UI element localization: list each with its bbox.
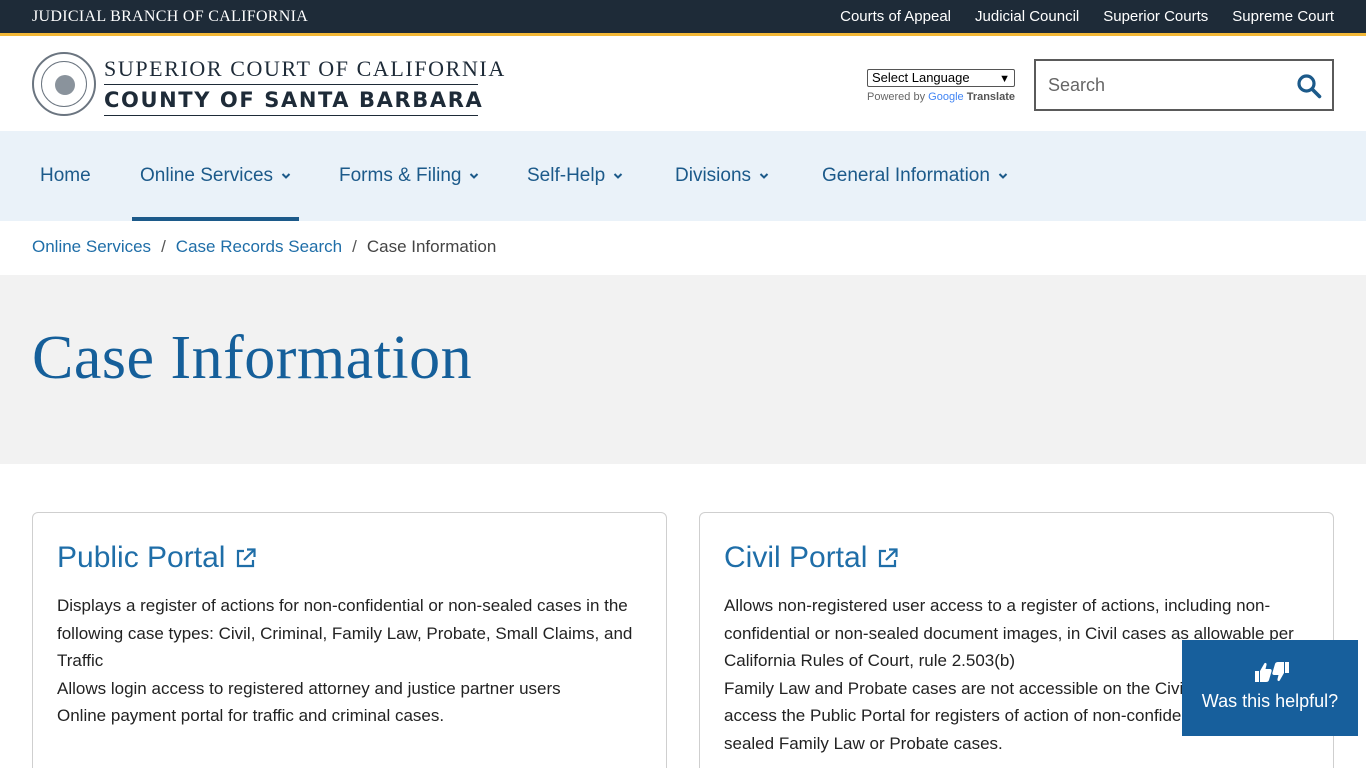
seal-inner-ring xyxy=(41,61,87,107)
language-select-value: Select Language xyxy=(872,70,970,85)
feedback-widget[interactable]: Was this helpful? xyxy=(1182,640,1358,736)
nav-item-label: Home xyxy=(40,165,91,186)
card-line: Displays a register of actions for non-c… xyxy=(57,596,633,670)
utility-bar: JUDICIAL BRANCH OF CALIFORNIA Courts of … xyxy=(0,0,1366,36)
civil-portal-link[interactable]: Civil Portal xyxy=(724,541,899,575)
nav-item-label: Online Services xyxy=(140,165,274,186)
breadcrumb-online-services[interactable]: Online Services xyxy=(32,237,151,257)
page-title-band: Case Information xyxy=(0,275,1366,464)
public-portal-link[interactable]: Public Portal xyxy=(57,541,257,575)
breadcrumb-separator: / xyxy=(352,237,357,256)
breadcrumb: Online Services / Case Records Search / … xyxy=(32,237,496,257)
card-title: Civil Portal xyxy=(724,541,868,574)
nav-item-label: Self-Help xyxy=(527,165,606,186)
powered-by-text: Powered by xyxy=(867,91,926,103)
court-seal-logo[interactable] xyxy=(32,52,96,116)
powered-by-google: Powered by Google Translate xyxy=(867,91,1015,103)
breadcrumb-case-records-search[interactable]: Case Records Search xyxy=(176,237,342,257)
nav-item-forms-filing[interactable]: Forms & Filing xyxy=(339,131,479,221)
translate-link[interactable]: Translate xyxy=(967,91,1015,103)
chevron-down-icon xyxy=(613,173,623,179)
nav-item-divisions[interactable]: Divisions xyxy=(675,131,769,221)
logo-divider-bottom xyxy=(104,115,478,116)
breadcrumb-current: Case Information xyxy=(366,237,497,256)
seal-emblem xyxy=(55,75,75,95)
breadcrumb-separator: / xyxy=(161,237,166,256)
nav-item-self-help[interactable]: Self-Help xyxy=(527,131,623,221)
external-link-icon xyxy=(237,548,257,568)
search-icon[interactable] xyxy=(1296,73,1322,99)
chevron-down-icon xyxy=(759,173,769,179)
supreme-court-link[interactable]: Supreme Court xyxy=(1232,8,1334,25)
card-line: Online payment portal for traffic and cr… xyxy=(57,706,445,725)
logo-title-line2: COUNTY OF SANTA BARBARA xyxy=(104,88,484,112)
site-logo-text[interactable]: SUPERIOR COURT OF CALIFORNIA COUNTY OF S… xyxy=(104,57,506,116)
nav-item-online-services[interactable]: Online Services xyxy=(131,131,300,221)
search-input[interactable] xyxy=(1048,73,1278,97)
utility-links: Courts of Appeal Judicial Council Superi… xyxy=(840,8,1334,25)
judicial-council-link[interactable]: Judicial Council xyxy=(975,8,1079,25)
nav-item-label: Divisions xyxy=(675,165,752,186)
public-portal-card: Public Portal Displays a register of act… xyxy=(32,512,667,768)
card-line: Allows login access to registered attorn… xyxy=(57,678,561,698)
chevron-down-icon: ▼ xyxy=(999,73,1010,85)
chevron-down-icon xyxy=(470,173,479,179)
nav-item-general-information[interactable]: General Information xyxy=(822,131,1008,221)
courts-of-appeal-link[interactable]: Courts of Appeal xyxy=(840,8,951,25)
external-link-icon xyxy=(879,548,898,568)
judicial-branch-link[interactable]: JUDICIAL BRANCH OF CALIFORNIA xyxy=(32,8,308,26)
main-nav: Home Online Services Forms & Filing Self… xyxy=(0,131,1366,221)
search-box xyxy=(1034,59,1334,111)
logo-divider xyxy=(104,84,478,85)
site-header: SUPERIOR COURT OF CALIFORNIA COUNTY OF S… xyxy=(0,39,1366,131)
nav-item-home[interactable]: Home xyxy=(40,131,91,221)
chevron-down-icon xyxy=(281,173,291,179)
page-title: Case Information xyxy=(32,324,473,392)
nav-item-label: Forms & Filing xyxy=(339,165,462,186)
card-title: Public Portal xyxy=(57,541,226,574)
superior-courts-link[interactable]: Superior Courts xyxy=(1103,8,1208,25)
logo-title-line1: SUPERIOR COURT OF CALIFORNIA xyxy=(104,56,506,81)
google-translate-widget: Select Language ▼ Powered by Google Tran… xyxy=(867,69,1015,103)
chevron-down-icon xyxy=(998,173,1008,179)
google-wordmark: Google xyxy=(928,91,964,103)
language-select[interactable]: Select Language ▼ xyxy=(867,69,1015,87)
feedback-label: Was this helpful? xyxy=(1201,691,1339,711)
card-body: Displays a register of actions for non-c… xyxy=(57,592,647,730)
thumbs-up-down-icon xyxy=(1255,662,1289,682)
nav-item-label: General Information xyxy=(822,165,990,186)
